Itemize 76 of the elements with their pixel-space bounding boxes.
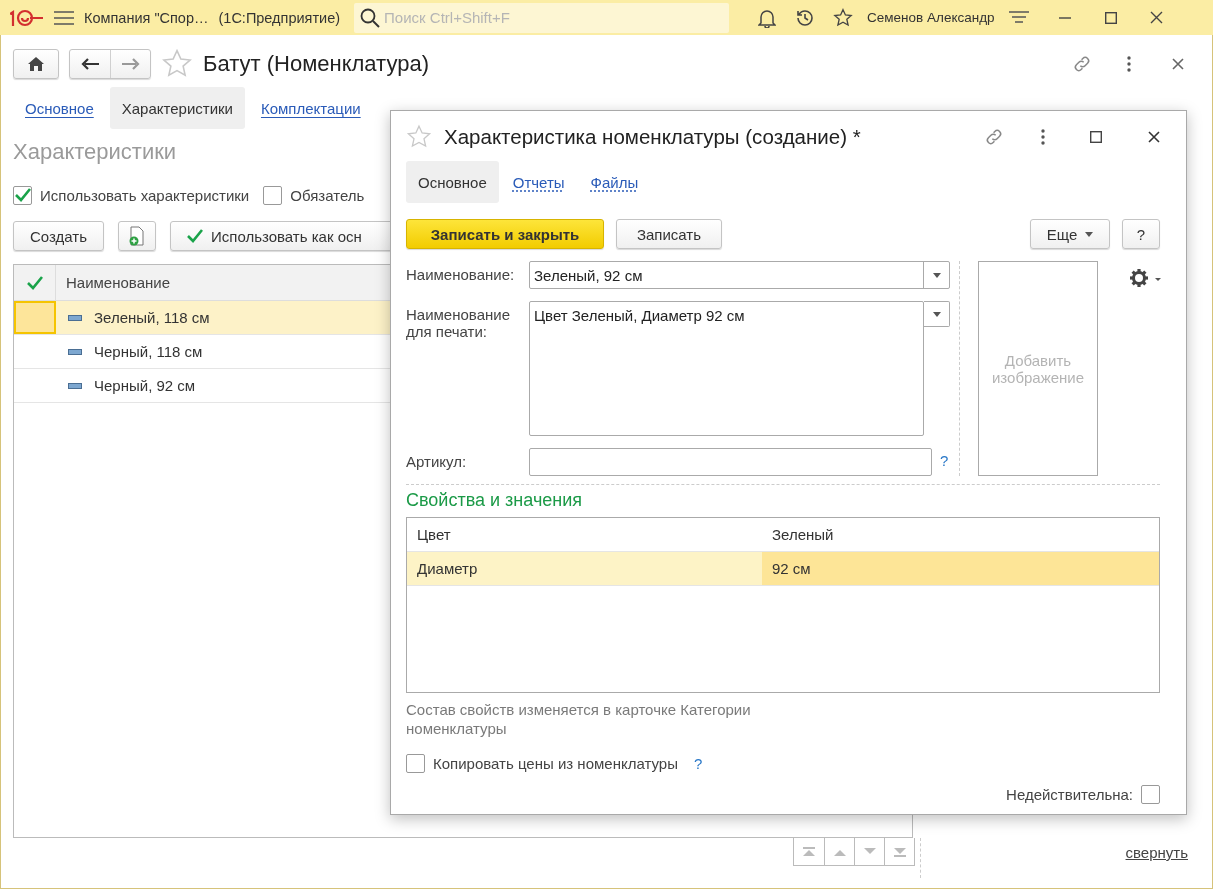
link-icon[interactable] (1072, 54, 1092, 74)
table-cell: Черный, 118 см (94, 343, 203, 360)
save-close-button[interactable]: Записать и закрыть (406, 219, 604, 249)
add-document-icon (129, 226, 145, 246)
checkbox[interactable] (406, 754, 425, 773)
checkmark-icon (26, 275, 43, 290)
caret-icon (932, 311, 941, 317)
home-button[interactable] (13, 49, 59, 79)
tab[interactable]: Основное (406, 161, 499, 203)
checkbox[interactable] (13, 185, 32, 205)
article-field[interactable] (529, 448, 932, 476)
collapse-link[interactable]: свернуть (1125, 844, 1188, 861)
caret-icon (932, 272, 941, 278)
form-title: Батут (Номенклатура) (203, 51, 429, 77)
create-button[interactable]: Создать (13, 221, 104, 251)
home-icon (28, 57, 44, 71)
checkbox-label: Обязатель (290, 186, 365, 204)
save-button[interactable]: Записать (616, 219, 722, 249)
tab[interactable]: Характеристики (109, 87, 245, 129)
table-cell: Диаметр (407, 552, 762, 585)
checkbox-label: Использовать характеристики (40, 186, 250, 204)
table-row[interactable]: Цвет Зеленый (407, 518, 1159, 552)
section-title: Характеристики (13, 139, 177, 166)
user-name[interactable]: Семенов Александр (867, 10, 995, 25)
table-cell: Зеленый, 118 см (94, 309, 210, 326)
search-field[interactable]: Поиск Ctrl+Shift+F (354, 2, 730, 33)
triangle-up-icon (802, 846, 816, 857)
checkmark-icon (14, 188, 31, 202)
note-text: Состав свойств изменяется в карточке Категории номенклатуры (406, 700, 752, 738)
table-cell: Черный, 92 см (94, 377, 196, 394)
dialog-title: Характеристика номенклатуры (создание) * (444, 125, 861, 149)
close-icon[interactable] (1148, 131, 1160, 143)
app-title: Компания "Спор… (84, 9, 209, 26)
gear-icon[interactable] (1130, 269, 1162, 289)
field-label: Наименование: (406, 265, 516, 283)
checkmark-icon (187, 229, 203, 243)
tab[interactable]: Отчеты (500, 161, 577, 203)
table-row[interactable]: Диаметр 92 см (407, 552, 1159, 586)
maximize-icon[interactable] (1090, 131, 1102, 143)
item-icon (68, 382, 82, 389)
column-header[interactable]: Наименование (56, 265, 170, 300)
arrow-left-icon (81, 58, 99, 70)
star-icon[interactable] (406, 124, 432, 150)
help-button[interactable]: ? (1122, 219, 1160, 249)
app-name: (1С:Предприятие) (218, 9, 341, 26)
link-icon[interactable] (984, 127, 1004, 147)
item-icon (68, 314, 82, 321)
item-icon (68, 348, 82, 355)
more-button[interactable]: Еще (1030, 219, 1110, 249)
close-icon[interactable] (1172, 58, 1184, 70)
search-icon (360, 7, 381, 28)
print-name-field[interactable]: Цвет Зеленый, Диаметр 92 см (529, 301, 924, 436)
field-label: Артикул: (406, 452, 468, 470)
tab[interactable]: Файлы (578, 161, 651, 203)
checkbox-label: Копировать цены из номенклатуры (433, 755, 678, 772)
tab[interactable]: Основное (13, 87, 106, 129)
logo-icon[interactable] (10, 7, 44, 28)
triangle-down-icon (862, 846, 877, 857)
tab[interactable]: Комплектации (248, 87, 373, 129)
caret-icon (1085, 231, 1094, 237)
checkbox[interactable] (263, 185, 283, 205)
dropdown-button[interactable] (924, 301, 950, 327)
menu-icon[interactable] (54, 9, 74, 26)
triangle-down-icon (892, 846, 907, 857)
table-cell: 92 см (762, 552, 1159, 585)
add-file-button[interactable] (118, 221, 156, 251)
arrow-right-icon (121, 58, 140, 70)
help-link[interactable]: ? (940, 452, 949, 469)
section-title: Свойства и значения (406, 490, 584, 511)
checkbox-label: Недействительна: (1006, 786, 1133, 803)
field-label: Наименование для печати: (406, 305, 511, 340)
more-icon[interactable] (1126, 56, 1132, 72)
more-icon[interactable] (1040, 129, 1046, 145)
help-link[interactable]: ? (693, 755, 703, 772)
name-field[interactable]: Зеленый, 92 см (529, 261, 950, 289)
checkbox[interactable] (1141, 785, 1160, 804)
